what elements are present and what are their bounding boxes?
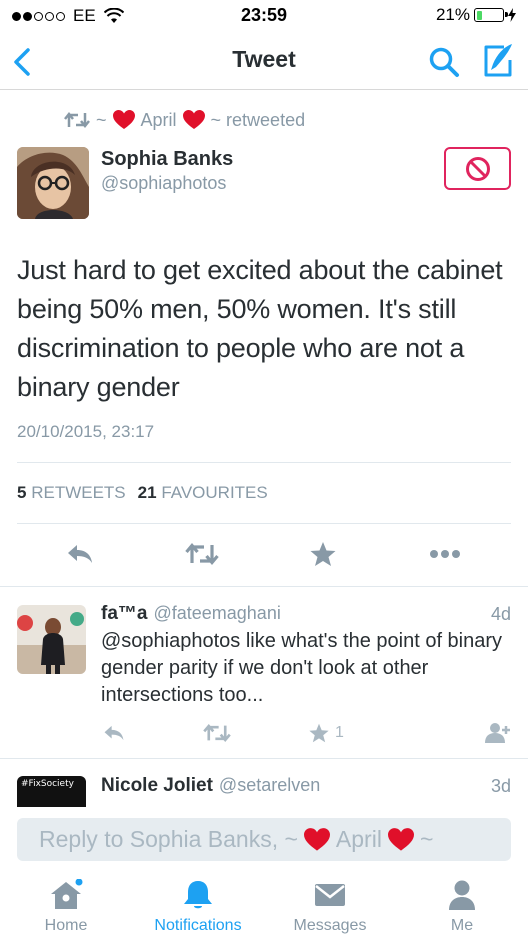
tab-messages[interactable]: Messages (264, 867, 396, 939)
retweet-icon (64, 111, 90, 129)
reply-favourite-count: 1 (335, 724, 344, 741)
navigation-bar: Tweet (0, 34, 528, 90)
follow-button[interactable] (485, 718, 511, 748)
blocked-button[interactable] (444, 147, 511, 190)
reply-tweet[interactable]: #FixSociety Nicole Joliet @setarelven 3d (0, 758, 528, 808)
reply-placeholder-suffix: ~ (419, 826, 434, 852)
reply-author-handle: @setarelven (218, 775, 321, 795)
bell-icon (184, 881, 212, 909)
charging-bolt-icon (508, 8, 516, 22)
reply-placeholder-name: April (335, 826, 382, 852)
tab-label: Notifications (154, 917, 242, 934)
retweets-count: 5 (17, 483, 27, 502)
author-avatar[interactable] (17, 147, 89, 219)
author-name[interactable]: Sophia Banks (101, 148, 233, 171)
battery-group: 21% (436, 5, 516, 25)
more-icon (430, 550, 460, 558)
favourite-button[interactable] (305, 536, 341, 572)
avatar-text: #FixSociety (21, 779, 74, 789)
tab-bar: Home Notifications Messages Me (0, 867, 528, 939)
status-bar: EE 23:59 21% (0, 0, 528, 34)
retweets-label: RETWEETS (31, 483, 126, 502)
reply-icon (68, 545, 92, 563)
star-icon (310, 542, 336, 566)
author-handle[interactable]: @sophiaphotos (101, 173, 226, 194)
reply-favourite-button[interactable]: 1 (309, 718, 344, 748)
reply-author-handle: @fateemaghani (153, 603, 281, 623)
tab-notifications[interactable]: Notifications (132, 867, 264, 939)
reply-button[interactable] (62, 536, 98, 572)
person-icon (449, 880, 475, 910)
tab-label: Home (44, 917, 88, 934)
avatar-portrait-icon (17, 605, 86, 674)
reply-input[interactable]: Reply to Sophia Banks, ~ April ~ (17, 818, 511, 861)
heart-emoji-icon (303, 827, 330, 851)
block-icon (465, 156, 490, 181)
star-icon (309, 723, 329, 743)
reply-tweet[interactable]: fa™a @fateemaghani 4d @sophiaphotos like … (0, 586, 528, 758)
reply-placeholder-prefix: Reply to Sophia Banks, ~ (39, 826, 298, 852)
heart-emoji-icon (182, 110, 205, 129)
reply-text: @sophiaphotos like what's the point of b… (101, 630, 503, 706)
reply-author-name: Nicole Joliet (101, 775, 213, 796)
retweet-icon (203, 723, 231, 743)
battery-icon (474, 8, 508, 22)
retweets-stat[interactable]: 5 RETWEETS (17, 483, 126, 503)
retweeter-name[interactable]: April (141, 110, 177, 131)
divider (17, 462, 511, 463)
more-button[interactable] (427, 536, 463, 572)
reply-age: 4d (490, 604, 511, 624)
reply-icon (104, 725, 124, 741)
avatar-portrait-icon (17, 147, 89, 219)
envelope-icon (315, 884, 345, 906)
reply-author[interactable]: fa™a @fateemaghani (101, 603, 281, 625)
retweeter-prefix: ~ (96, 109, 107, 130)
reply-bar: Reply to Sophia Banks, ~ April ~ (0, 807, 528, 867)
reply-avatar[interactable] (17, 605, 86, 674)
reply-retweet-button[interactable] (203, 718, 231, 748)
tab-home[interactable]: Home (0, 867, 132, 939)
reply-age: 3d (490, 776, 511, 796)
tab-me[interactable]: Me (396, 867, 528, 939)
reply-author[interactable]: Nicole Joliet @setarelven (101, 775, 320, 797)
heart-emoji-icon (112, 110, 135, 129)
favourites-count: 21 (137, 483, 157, 502)
tweet-actions (0, 536, 528, 576)
tweet-stats: 5 RETWEETS 21 FAVOURITES (17, 483, 268, 503)
home-icon (51, 879, 83, 909)
tweet-timestamp: 20/10/2015, 23:17 (17, 422, 155, 441)
search-button[interactable] (426, 44, 462, 80)
tweet-text: Just hard to get excited about the cabin… (17, 255, 503, 402)
retweet-context: ~ April ~ retweeted (64, 108, 305, 132)
favourites-stat[interactable]: 21 FAVOURITES (138, 483, 268, 503)
tab-label: Messages (293, 917, 367, 934)
reply-reply-button[interactable] (103, 718, 125, 748)
retweeted-label: ~ retweeted (210, 109, 306, 130)
battery-fill (476, 10, 482, 20)
reply-author-name: fa™a (101, 603, 148, 624)
tab-label: Me (450, 917, 474, 934)
retweet-button[interactable] (184, 536, 220, 572)
heart-emoji-icon (387, 827, 414, 851)
compose-icon (484, 44, 512, 77)
reply-avatar[interactable]: #FixSociety (17, 776, 86, 808)
favourites-label: FAVOURITES (161, 483, 268, 502)
battery-percent: 21% (435, 5, 470, 24)
add-user-icon (485, 723, 510, 743)
search-icon (429, 47, 459, 77)
retweet-icon (185, 543, 219, 565)
divider (17, 523, 511, 524)
compose-button[interactable] (476, 42, 516, 80)
